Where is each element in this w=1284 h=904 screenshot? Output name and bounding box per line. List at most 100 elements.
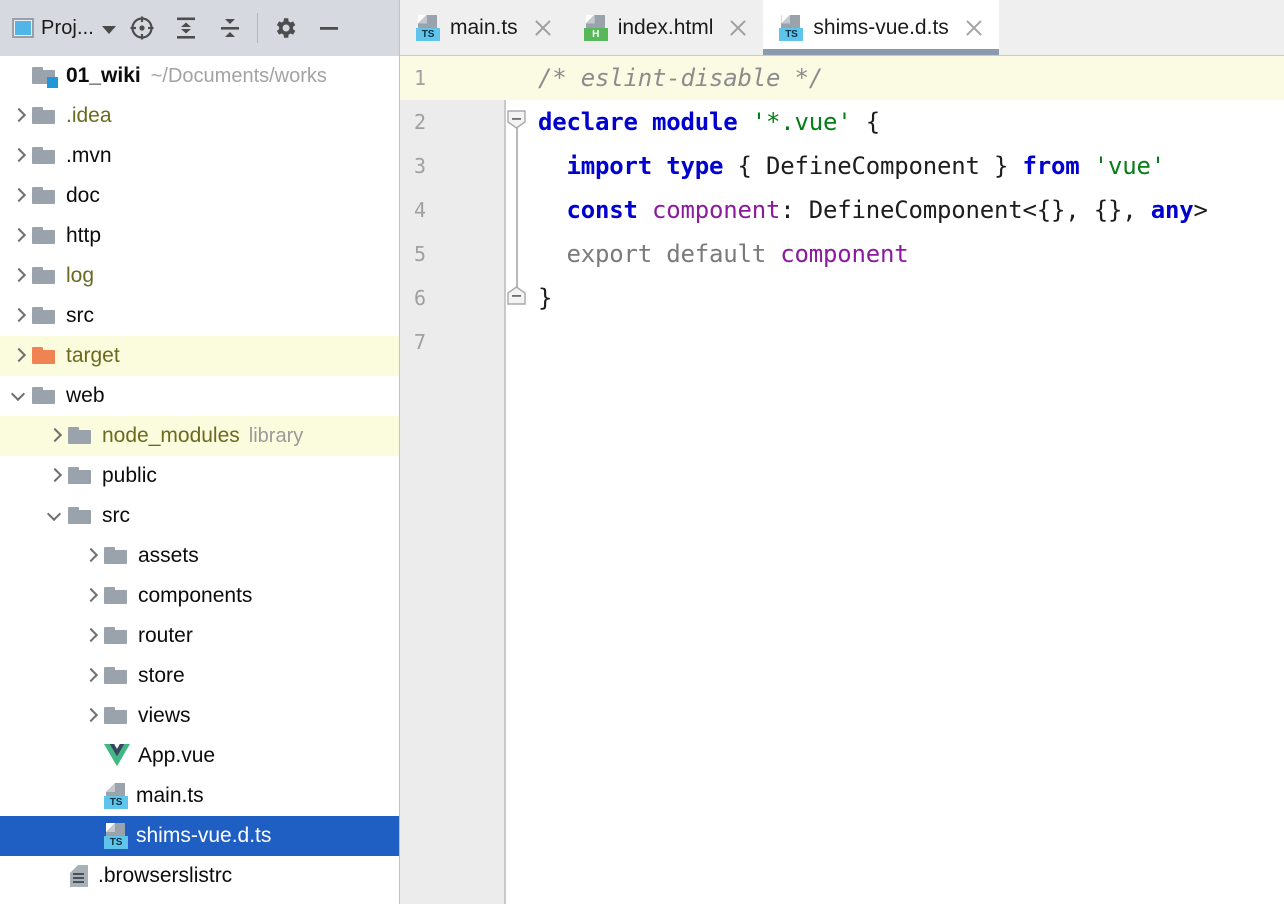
chevron-right-icon[interactable] [8, 145, 30, 167]
tree-row-shims-vue-d-ts[interactable]: TS shims-vue.d.ts [0, 816, 399, 856]
project-window-icon [12, 18, 34, 38]
tree-row-mvn[interactable]: .mvn [0, 136, 399, 176]
tree-row-src[interactable]: src [0, 496, 399, 536]
tree-item-label: assets [138, 544, 199, 567]
code-text[interactable]: import type { DefineComponent } from 'vu… [530, 152, 1166, 180]
chevron-down-icon[interactable] [44, 505, 66, 527]
chevron-right-icon[interactable] [44, 465, 66, 487]
folder-icon [32, 226, 58, 246]
code-line[interactable]: 3 import type { DefineComponent } from '… [400, 144, 1284, 188]
folder-icon [32, 386, 58, 406]
editor-tab-main-ts[interactable]: TS main.ts [400, 0, 568, 55]
toolbar-separator [256, 13, 258, 43]
code-text[interactable]: const component: DefineComponent<{}, {},… [530, 196, 1208, 224]
file-badge: H [583, 27, 608, 41]
tree-row-project-root[interactable]: 01_wiki ~/Documents/works [0, 56, 399, 96]
fold-collapse-icon [507, 110, 526, 129]
tree-row-public[interactable]: public [0, 456, 399, 496]
chevron-right-icon[interactable] [80, 545, 102, 567]
project-view-selector[interactable]: Proj... [8, 15, 120, 42]
chevron-right-icon[interactable] [44, 425, 66, 447]
code-editor[interactable]: 1 /* eslint-disable */ 2 declare module '*.… [400, 56, 1284, 904]
tree-item-label: src [66, 304, 94, 327]
code-line[interactable]: 2 declare module '*.vue' { [400, 100, 1284, 144]
tree-row-components[interactable]: components [0, 576, 399, 616]
tree-item-label: target [66, 344, 120, 367]
code-text[interactable]: export default component [530, 240, 909, 268]
chevron-down-icon[interactable] [8, 385, 30, 407]
tree-item-label: .browserslistrc [98, 864, 233, 887]
tree-row-src[interactable]: src [0, 296, 399, 336]
typescript-file-icon: TS [416, 14, 440, 41]
chevron-right-icon[interactable] [80, 585, 102, 607]
fold-gutter-cell[interactable] [504, 100, 530, 144]
code-text[interactable]: } [530, 284, 552, 312]
code-line[interactable]: 7 [400, 320, 1284, 364]
project-tree[interactable]: 01_wiki ~/Documents/works .idea .mvn doc ht… [0, 56, 400, 904]
tree-row-web[interactable]: web [0, 376, 399, 416]
fold-gutter-cell[interactable] [504, 232, 530, 276]
chevron-right-icon[interactable] [8, 265, 30, 287]
tree-row-log[interactable]: log [0, 256, 399, 296]
tree-row-browserslistrc[interactable]: .browserslistrc [0, 856, 399, 896]
hide-icon[interactable] [307, 8, 351, 48]
tree-item-label: .idea [66, 104, 112, 127]
tree-row-main-ts[interactable]: TS main.ts [0, 776, 399, 816]
fold-gutter-cell[interactable] [504, 144, 530, 188]
typescript-file-icon: TS [104, 823, 128, 849]
chevron-right-icon[interactable] [80, 705, 102, 727]
tree-item-label: views [138, 704, 191, 727]
project-root-label: 01_wiki [66, 64, 141, 87]
tree-row-store[interactable]: store [0, 656, 399, 696]
code-line[interactable]: 1 /* eslint-disable */ [400, 56, 1284, 100]
project-root-path: ~/Documents/works [150, 64, 327, 87]
close-icon[interactable] [963, 17, 985, 39]
chevron-right-icon[interactable] [8, 225, 30, 247]
chevron-right-icon[interactable] [80, 665, 102, 687]
select-opened-file-icon[interactable] [120, 8, 164, 48]
collapse-all-icon[interactable] [208, 8, 252, 48]
chevron-right-icon[interactable] [80, 625, 102, 647]
fold-gutter-cell[interactable] [504, 188, 530, 232]
code-text[interactable]: /* eslint-disable */ [530, 64, 823, 92]
fold-gutter-cell[interactable] [504, 320, 530, 364]
chevron-right-icon[interactable] [8, 345, 30, 367]
code-line[interactable]: 4 const component: DefineComponent<{}, {… [400, 188, 1284, 232]
code-line[interactable]: 6} [400, 276, 1284, 320]
tree-item-label: components [138, 584, 253, 607]
tree-row-idea[interactable]: .idea [0, 96, 399, 136]
folder-icon [104, 626, 130, 646]
code-area[interactable]: 1 /* eslint-disable */ 2 declare module '*.… [400, 56, 1284, 904]
settings-gear-icon[interactable] [263, 8, 307, 48]
close-icon[interactable] [727, 17, 749, 39]
editor-tab-shims-vue-d-ts[interactable]: TS shims-vue.d.ts [763, 0, 1000, 55]
line-number: 1 [414, 66, 427, 90]
tree-row-app-vue[interactable]: App.vue [0, 736, 399, 776]
tree-row-router[interactable]: router [0, 616, 399, 656]
expand-all-icon[interactable] [164, 8, 208, 48]
line-number: 4 [414, 198, 427, 222]
folder-icon [32, 146, 58, 166]
code-line[interactable]: 5 export default component [400, 232, 1284, 276]
editor-tab-bar: TS main.ts H index.html TS shims-vue.d.t… [400, 0, 1284, 56]
tree-row-http[interactable]: http [0, 216, 399, 256]
tree-row-doc[interactable]: doc [0, 176, 399, 216]
tree-row-target[interactable]: target [0, 336, 399, 376]
chevron-right-icon[interactable] [8, 185, 30, 207]
tree-row-views[interactable]: views [0, 696, 399, 736]
tree-row-node-modules[interactable]: node_modules library [0, 416, 399, 456]
tree-item-label: src [102, 504, 130, 527]
line-number: 6 [414, 286, 427, 310]
tree-row-assets[interactable]: assets [0, 536, 399, 576]
typescript-file-icon: TS [779, 14, 804, 41]
fold-gutter-cell[interactable] [504, 56, 530, 100]
folder-excluded-icon [32, 346, 58, 366]
main-body: 01_wiki ~/Documents/works .idea .mvn doc ht… [0, 56, 1284, 904]
code-text[interactable]: declare module '*.vue' { [530, 108, 880, 136]
tree-item-label: App.vue [138, 744, 216, 767]
fold-gutter-cell[interactable] [504, 276, 530, 320]
chevron-right-icon[interactable] [8, 105, 30, 127]
editor-tab-index-html[interactable]: H index.html [568, 0, 764, 55]
close-icon[interactable] [532, 17, 554, 39]
chevron-right-icon[interactable] [8, 305, 30, 327]
